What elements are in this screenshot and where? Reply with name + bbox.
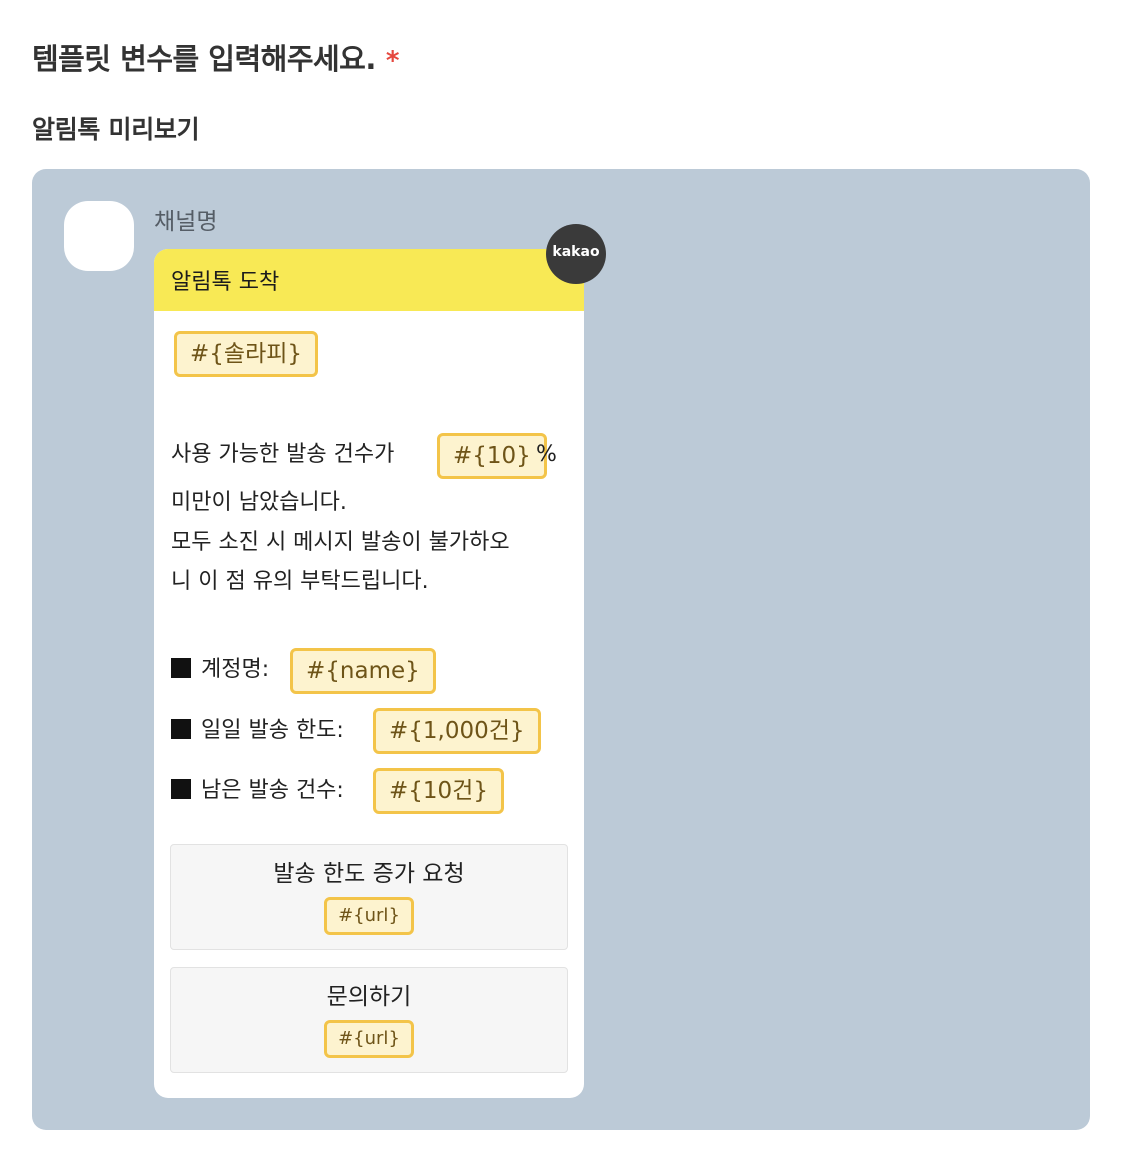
limit-increase-button[interactable]: 발송 한도 증가 요청 #{url} bbox=[170, 844, 568, 950]
page-title-text: 템플릿 변수를 입력해주세요. bbox=[32, 42, 376, 76]
message-header: 알림톡 도착 bbox=[154, 249, 584, 311]
bullet-square-icon bbox=[171, 779, 191, 799]
variable-chip-remaining[interactable]: #{10건} bbox=[373, 768, 504, 814]
preview-heading: 알림톡 미리보기 bbox=[32, 115, 200, 144]
variable-chip-url[interactable]: #{url} bbox=[324, 1020, 414, 1058]
account-label-row: 계정명: bbox=[171, 650, 269, 690]
remaining-label: 남은 발송 건수: bbox=[201, 778, 344, 803]
variable-chip-url[interactable]: #{url} bbox=[324, 897, 414, 935]
required-mark: * bbox=[385, 46, 400, 76]
body-line-1: 사용 가능한 발송 건수가 bbox=[171, 435, 394, 475]
account-label: 계정명: bbox=[201, 657, 270, 682]
kakao-badge-icon: kakao bbox=[546, 224, 606, 284]
body-line-3: 모두 소진 시 메시지 발송이 불가하오 bbox=[171, 530, 510, 555]
variable-chip-name[interactable]: #{name} bbox=[290, 648, 436, 694]
daily-limit-row: 일일 발송 한도: bbox=[171, 711, 344, 751]
channel-name: 채널명 bbox=[154, 209, 218, 235]
message-header-title: 알림톡 도착 bbox=[171, 270, 280, 295]
bullet-square-icon bbox=[171, 719, 191, 739]
body-line-4: 니 이 점 유의 부탁드립니다. bbox=[171, 569, 429, 594]
daily-limit-label: 일일 발송 한도: bbox=[201, 718, 344, 743]
bullet-square-icon bbox=[171, 658, 191, 678]
body-line-2: 미만이 남았습니다. bbox=[171, 490, 347, 515]
variable-chip-percent[interactable]: #{10} bbox=[437, 433, 547, 479]
inquiry-button-label: 문의하기 bbox=[326, 984, 412, 1010]
channel-avatar bbox=[64, 201, 134, 271]
remaining-row: 남은 발송 건수: bbox=[171, 771, 344, 811]
page-title: 템플릿 변수를 입력해주세요. * bbox=[32, 36, 399, 78]
body-line-1-prefix: 사용 가능한 발송 건수가 bbox=[171, 442, 395, 467]
alimtalk-preview-panel: 채널명 알림톡 도착 #{솔라피} 사용 가능한 발송 건수가 #{10} % … bbox=[32, 169, 1090, 1130]
variable-chip-daily-limit[interactable]: #{1,000건} bbox=[373, 708, 541, 754]
message-bubble: 알림톡 도착 #{솔라피} 사용 가능한 발송 건수가 #{10} % 미만이 … bbox=[154, 249, 584, 1098]
limit-increase-button-label: 발송 한도 증가 요청 bbox=[273, 861, 465, 887]
inquiry-button[interactable]: 문의하기 #{url} bbox=[170, 967, 568, 1073]
body-line-1-suffix: % bbox=[536, 442, 557, 467]
variable-chip-sender[interactable]: #{솔라피} bbox=[174, 331, 319, 377]
